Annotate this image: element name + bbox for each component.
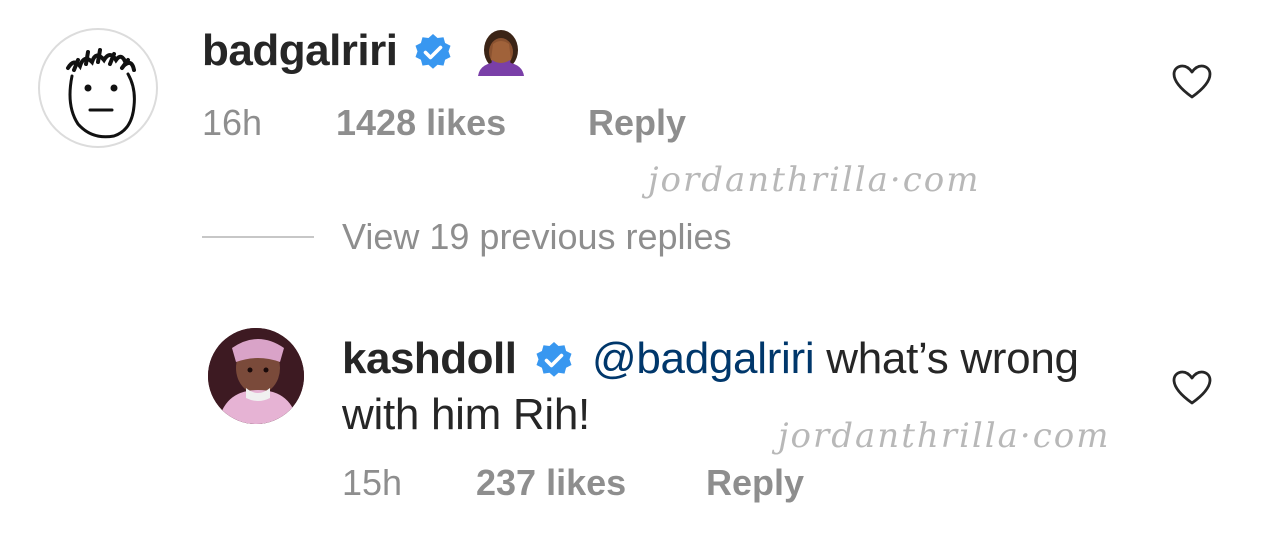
like-heart-icon[interactable] [1172,64,1212,100]
reply-text-line-1: @badgalriri what’s wrong [592,334,1079,384]
reply-username[interactable]: kashdoll [342,334,517,384]
avatar[interactable] [208,328,304,424]
reply-text-line-2: with him Rih! [342,390,590,439]
reply-time: 15h [342,462,403,503]
reply-likes[interactable]: 237 likes [476,462,626,504]
mention-link[interactable]: @badgalriri [592,334,815,383]
comment-likes[interactable]: 1428 likes [336,102,506,144]
comment-username[interactable]: badgalriri [202,26,398,76]
replies-divider [202,236,314,238]
woman-facepalming-emoji-icon [478,30,524,76]
profile-photo-avatar-icon [208,328,304,424]
verified-badge-icon [536,342,572,377]
watermark: jordanthrilla·com [778,416,1111,456]
view-previous-replies-button[interactable]: View 19 previous replies [342,216,732,258]
verified-badge-icon [415,34,451,69]
avatar[interactable] [38,28,158,148]
comment-time: 16h [202,102,263,143]
reply-reply-button[interactable]: Reply [706,462,804,504]
reply-text: what’s wrong [814,334,1079,383]
doodle-face-avatar-icon [66,48,136,139]
like-heart-icon[interactable] [1172,370,1212,406]
comment-reply-button[interactable]: Reply [588,102,686,144]
watermark: jordanthrilla·com [648,160,981,200]
